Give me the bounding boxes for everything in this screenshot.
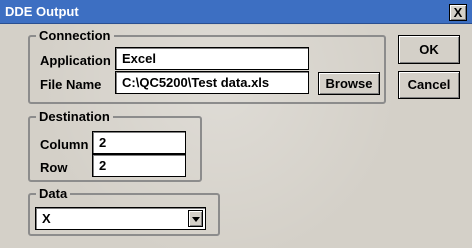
file-name-input[interactable]: C:\QC5200\Test data.xls [115,71,309,94]
data-select[interactable]: X [35,207,206,230]
column-label: Column [40,137,89,152]
connection-legend: Connection [39,28,111,43]
dialog-body: Connection Application Excel File Name C… [0,25,472,248]
row-label: Row [40,160,68,175]
application-input[interactable]: Excel [115,47,309,70]
destination-legend: Destination [39,109,110,124]
row-input[interactable]: 2 [92,154,186,177]
window-title: DDE Output [5,4,79,19]
application-label: Application [40,53,111,68]
data-select-value: X [42,211,51,226]
chevron-down-icon[interactable] [188,210,203,227]
file-name-label: File Name [40,77,102,92]
column-input[interactable]: 2 [92,131,186,154]
close-button[interactable]: X [449,4,467,21]
cancel-button[interactable]: Cancel [398,71,460,99]
dde-output-dialog: DDE Output X Connection Application Exce… [0,0,472,248]
data-legend: Data [39,186,68,201]
browse-button[interactable]: Browse [318,72,380,95]
ok-button[interactable]: OK [398,35,460,64]
title-bar[interactable]: DDE Output X [0,0,472,24]
